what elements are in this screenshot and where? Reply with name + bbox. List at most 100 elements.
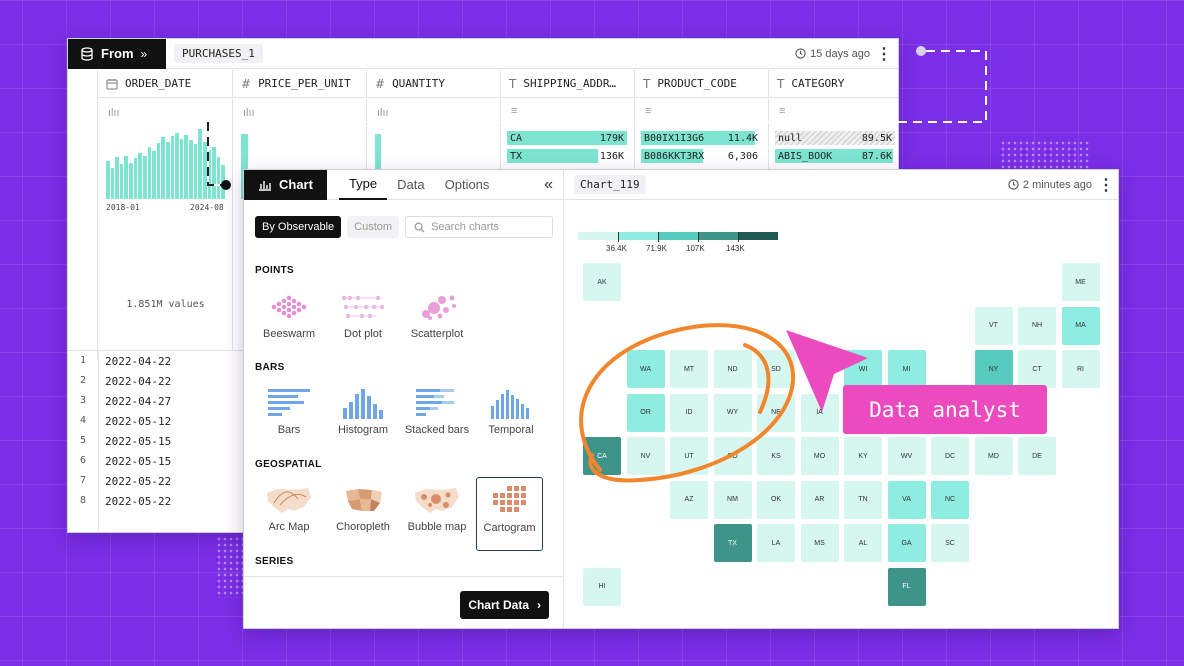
column-name: PRICE_PER_UNIT: [258, 77, 351, 90]
order-date-cell[interactable]: 2022-04-22: [105, 375, 171, 388]
chart-type-bubble-map[interactable]: Bubble map: [403, 483, 471, 533]
collapse-icon[interactable]: «: [544, 176, 553, 194]
state-tile-ri[interactable]: RI: [1061, 350, 1100, 388]
by-observable-filter[interactable]: By Observable: [255, 216, 342, 238]
state-tile-wy[interactable]: WY: [713, 393, 752, 432]
chart-type-scatterplot[interactable]: Scatterplot: [403, 290, 471, 340]
state-tile-sc[interactable]: SC: [931, 524, 969, 562]
column-header-quantity[interactable]: # QUANTITY: [367, 70, 501, 98]
state-tile-mt[interactable]: MT: [670, 350, 708, 388]
state-tile-al[interactable]: AL: [844, 524, 882, 562]
custom-filter[interactable]: Custom: [347, 216, 400, 238]
state-tile-ca[interactable]: CA: [583, 437, 621, 475]
column-header-order-date[interactable]: ORDER_DATE: [98, 70, 233, 98]
column-name: CATEGORY: [791, 77, 845, 90]
state-tile-co[interactable]: CO: [713, 437, 752, 475]
state-tile-md[interactable]: MD: [974, 437, 1013, 475]
state-tile-nc[interactable]: NC: [931, 480, 969, 519]
state-tile-mi[interactable]: MI: [887, 350, 926, 388]
state-tile-nh[interactable]: NH: [1018, 306, 1056, 345]
histogram-bar: [124, 155, 129, 199]
state-tile-az[interactable]: AZ: [670, 480, 708, 519]
state-tile-dc[interactable]: DC: [931, 437, 969, 475]
sort-bars-icon: ≡: [511, 105, 518, 117]
chart-type-bars[interactable]: Bars: [255, 386, 323, 436]
state-tile-ia[interactable]: IA: [800, 393, 839, 432]
order-date-cell[interactable]: 2022-05-15: [105, 455, 171, 468]
histogram-icon: ılıı: [377, 107, 389, 119]
order-date-cell[interactable]: 2022-05-22: [105, 495, 171, 508]
tab-data[interactable]: Data: [387, 170, 434, 200]
chart-tab[interactable]: Chart: [244, 170, 327, 200]
state-tile-ct[interactable]: CT: [1018, 350, 1056, 388]
chart-type-arc-map[interactable]: Arc Map: [255, 483, 323, 533]
histogram-bar: [129, 162, 133, 199]
state-tile-ny[interactable]: NY: [974, 350, 1013, 388]
section-geospatial: GEOSPATIAL: [255, 459, 322, 470]
from-source-button[interactable]: From »: [68, 39, 166, 69]
column-header-product-code[interactable]: T PRODUCT_CODE: [635, 70, 769, 98]
state-tile-tx[interactable]: TX: [713, 524, 752, 562]
row-number: 4: [79, 415, 87, 426]
state-tile-sd[interactable]: SD: [757, 350, 795, 388]
tab-type[interactable]: Type: [338, 170, 388, 200]
state-tile-id[interactable]: ID: [670, 393, 708, 432]
state-tile-ok[interactable]: OK: [757, 480, 795, 519]
column-header-category[interactable]: T CATEGORY: [769, 70, 898, 98]
state-tile-nv[interactable]: NV: [626, 437, 665, 475]
state-tile-ma[interactable]: MA: [1061, 306, 1100, 345]
chart-type-temporal[interactable]: Temporal: [477, 386, 545, 436]
chart-type-label: Histogram: [337, 424, 389, 436]
state-tile-ut[interactable]: UT: [670, 437, 708, 475]
chart-data-label: Chart Data: [468, 598, 529, 612]
histogram-bar: [179, 138, 184, 199]
text-icon: T: [643, 76, 651, 91]
chart-type-histogram[interactable]: Histogram: [329, 386, 397, 436]
state-tile-fl[interactable]: FL: [887, 567, 926, 606]
state-tile-la[interactable]: LA: [757, 524, 795, 562]
chart-type-label: Temporal: [488, 424, 534, 436]
state-tile-ky[interactable]: KY: [844, 437, 882, 475]
more-options-icon[interactable]: ⋮: [870, 44, 898, 64]
state-tile-wa[interactable]: WA: [626, 350, 665, 388]
search-charts-input[interactable]: Search charts: [405, 216, 554, 238]
chart-type-cartogram[interactable]: Cartogram: [476, 477, 543, 551]
column-header-price-per-unit[interactable]: # PRICE_PER_UNIT: [233, 70, 367, 98]
state-tile-ne[interactable]: NE: [757, 393, 795, 432]
chart-data-button[interactable]: Chart Data ›: [460, 591, 549, 619]
order-date-cell[interactable]: 2022-04-22: [105, 355, 171, 368]
order-date-cell[interactable]: 2022-04-27: [105, 395, 171, 408]
state-tile-me[interactable]: ME: [1061, 263, 1100, 301]
state-tile-tn[interactable]: TN: [844, 480, 882, 519]
double-chevron-icon: »: [140, 46, 148, 61]
chart-type-beeswarm[interactable]: Beeswarm: [255, 290, 323, 340]
chart-type-choropleth[interactable]: Choropleth: [329, 483, 397, 533]
row-number: 8: [79, 495, 87, 506]
table-name[interactable]: PURCHASES_1: [174, 44, 263, 63]
state-tile-wv[interactable]: WV: [887, 437, 926, 475]
chart-type-dot-plot[interactable]: Dot plot: [329, 290, 397, 340]
chart-type-stacked-bars[interactable]: Stacked bars: [403, 386, 471, 436]
state-tile-de[interactable]: DE: [1018, 437, 1056, 475]
state-tile-ms[interactable]: MS: [800, 524, 839, 562]
order-date-cell[interactable]: 2022-05-15: [105, 435, 171, 448]
state-tile-ar[interactable]: AR: [800, 480, 839, 519]
column-header-shipping-address[interactable]: T SHIPPING_ADDR…: [501, 70, 635, 98]
order-date-cell[interactable]: 2022-05-22: [105, 475, 171, 488]
state-tile-ga[interactable]: GA: [887, 524, 926, 562]
state-tile-vt[interactable]: VT: [974, 306, 1013, 345]
state-tile-nd[interactable]: ND: [713, 350, 752, 388]
state-tile-nm[interactable]: NM: [713, 480, 752, 519]
order-date-cell[interactable]: 2022-05-12: [105, 415, 171, 428]
top-value-row: ABIS_BOOK 87.6K: [775, 149, 895, 163]
histogram-bar: [119, 164, 124, 199]
state-tile-wi[interactable]: WI: [844, 350, 882, 388]
hash-icon: #: [375, 76, 386, 91]
state-tile-va[interactable]: VA: [887, 480, 926, 519]
state-tile-ak[interactable]: AK: [583, 263, 621, 301]
state-tile-mo[interactable]: MO: [800, 437, 839, 475]
state-tile-ks[interactable]: KS: [757, 437, 795, 475]
state-tile-or[interactable]: OR: [626, 393, 665, 432]
tab-options[interactable]: Options: [435, 170, 500, 200]
state-tile-hi[interactable]: HI: [583, 567, 621, 606]
